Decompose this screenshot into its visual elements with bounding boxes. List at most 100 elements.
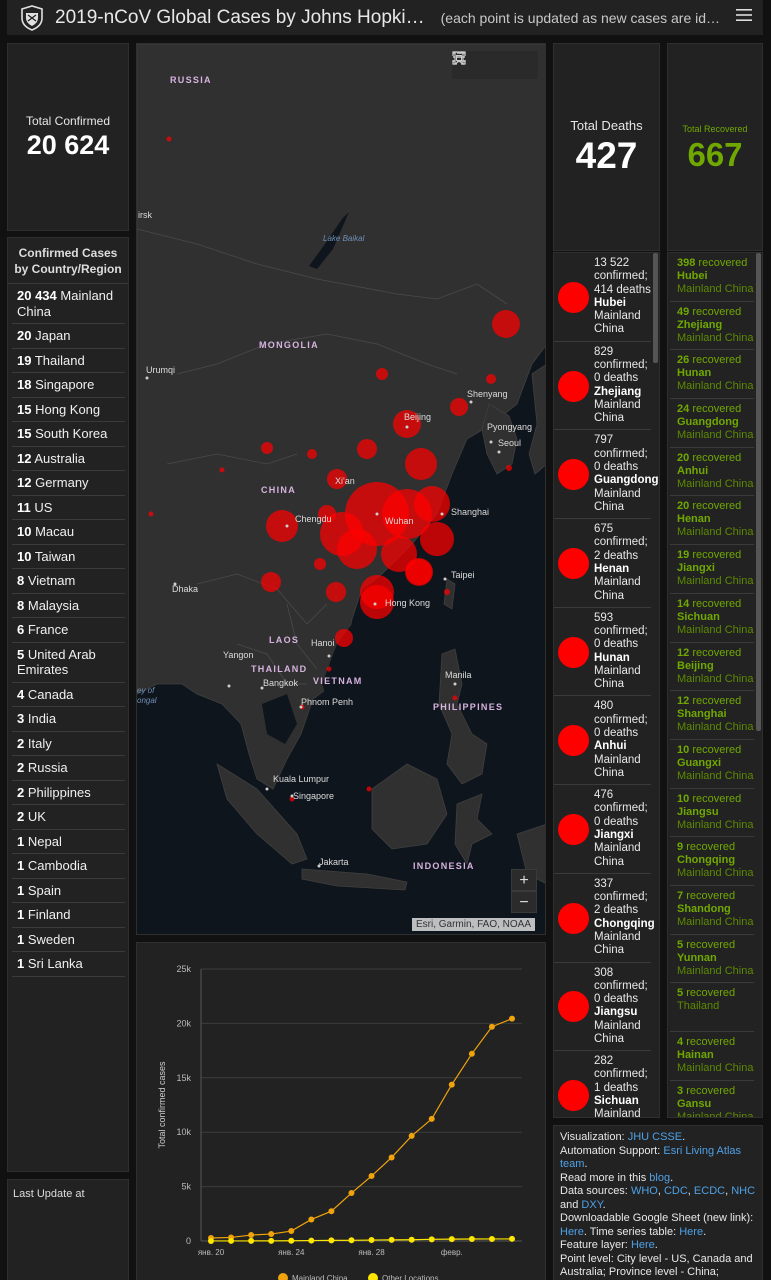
death-row[interactable]: 13 522 confirmed; 414 deaths Hubei Mainl… <box>554 253 651 342</box>
country-row[interactable]: 2 Philippines <box>12 781 125 805</box>
recovered-row[interactable]: 5 recovered Yunnan Mainland China <box>670 935 754 984</box>
recovered-row[interactable]: 24 recovered Guangdong Mainland China <box>670 399 754 448</box>
case-marker[interactable] <box>450 398 468 416</box>
case-marker[interactable] <box>335 629 353 647</box>
recovered-row[interactable]: 20 recovered Henan Mainland China <box>670 496 754 546</box>
case-marker[interactable] <box>444 589 450 595</box>
case-marker[interactable] <box>414 486 450 522</box>
country-row[interactable]: 8 Vietnam <box>12 569 125 594</box>
recovered-row[interactable]: 5 recovered Thailand <box>670 983 754 1032</box>
recovered-row[interactable]: 12 recovered Beijing Mainland China <box>670 643 754 692</box>
country-row[interactable]: 10 Taiwan <box>12 545 125 569</box>
feature-layer-link[interactable]: Here <box>631 1239 655 1251</box>
case-marker[interactable] <box>452 695 458 701</box>
country-row[interactable]: 5 United Arab Emirates <box>12 643 125 683</box>
ecdc-link[interactable]: ECDC <box>694 1185 725 1197</box>
case-marker[interactable] <box>376 368 388 380</box>
country-row[interactable]: 19 Thailand <box>12 349 125 373</box>
hamburger-menu-icon[interactable] <box>735 6 753 24</box>
country-row[interactable]: 1 Nepal <box>12 830 125 854</box>
recovered-row[interactable]: 12 recovered Shanghai Mainland China <box>670 691 754 740</box>
death-row[interactable]: 829 confirmed; 0 deaths Zhejiang Mainlan… <box>554 342 651 431</box>
recovered-row[interactable]: 10 recovered Guangxi Mainland China <box>670 740 754 789</box>
timeseries-link[interactable]: Here <box>679 1226 703 1238</box>
country-row[interactable]: 4 Canada <box>12 683 125 707</box>
recovered-row[interactable]: 9 recovered Chongqing Mainland China <box>670 837 754 886</box>
recovered-row[interactable]: 14 recovered Sichuan Mainland China <box>670 594 754 643</box>
case-marker[interactable] <box>314 558 326 570</box>
case-marker[interactable] <box>261 572 281 592</box>
country-row[interactable]: 10 Macau <box>12 520 125 545</box>
country-row[interactable]: 2 UK <box>12 805 125 830</box>
death-row[interactable]: 797 confirmed; 0 deaths Guangdong Mainla… <box>554 430 659 520</box>
case-marker[interactable] <box>366 786 372 792</box>
recovered-row[interactable]: 26 recovered Hunan Mainland China <box>670 350 754 400</box>
blog-link[interactable]: blog <box>649 1172 670 1184</box>
country-row[interactable]: 18 Singapore <box>12 373 125 398</box>
country-row[interactable]: 8 Malaysia <box>12 594 125 618</box>
case-marker[interactable] <box>420 522 454 556</box>
country-row[interactable]: 12 Germany <box>12 471 125 496</box>
map-canvas[interactable] <box>137 44 546 935</box>
recovered-row[interactable]: 10 recovered Jiangsu Mainland China <box>670 789 754 838</box>
recovered-list-panel[interactable]: 398 recovered Hubei Mainland China 49 rec… <box>667 252 763 1118</box>
case-marker[interactable] <box>406 559 432 585</box>
country-row[interactable]: 1 Sweden <box>12 928 125 952</box>
recovered-row[interactable]: 4 recovered Hainan Mainland China <box>670 1032 754 1081</box>
death-row[interactable]: 476 confirmed; 0 deaths Jiangxi Mainland… <box>554 785 651 874</box>
case-marker[interactable] <box>492 310 520 338</box>
cdc-link[interactable]: CDC <box>664 1185 688 1197</box>
zoom-out-button[interactable]: − <box>511 891 537 913</box>
case-marker[interactable] <box>148 511 154 517</box>
nhc-link[interactable]: NHC <box>731 1185 755 1197</box>
who-link[interactable]: WHO <box>631 1185 658 1197</box>
country-row[interactable]: 1 Spain <box>12 879 125 903</box>
case-marker[interactable] <box>219 467 225 473</box>
map-view[interactable]: RUSSIA Lake Baikal irsk MONGOLIA Urumqi … <box>136 43 546 935</box>
country-row[interactable]: 20 434 Mainland China <box>12 284 125 324</box>
zoom-in-button[interactable]: + <box>511 869 537 891</box>
recovered-row[interactable]: 49 recovered Zhejiang Mainland China <box>670 302 754 351</box>
recovered-row[interactable]: 7 recovered Shandong Mainland China <box>670 886 754 935</box>
death-row[interactable]: 593 confirmed; 0 deaths Hunan Mainland C… <box>554 608 651 697</box>
case-marker[interactable] <box>337 529 377 569</box>
country-row[interactable]: 15 South Korea <box>12 422 125 447</box>
google-sheet-link[interactable]: Here <box>560 1226 584 1238</box>
country-row[interactable]: 2 Italy <box>12 732 125 756</box>
recovered-row[interactable]: 19 recovered Jiangxi Mainland China <box>670 545 754 594</box>
case-marker[interactable] <box>357 439 377 459</box>
dxy-link[interactable]: DXY <box>581 1199 602 1211</box>
deaths-list-scrollbar[interactable] <box>653 253 658 363</box>
country-row[interactable]: 11 US <box>12 496 125 520</box>
country-row[interactable]: 15 Hong Kong <box>12 398 125 422</box>
case-marker[interactable] <box>266 510 298 542</box>
jhu-csse-link[interactable]: JHU CSSE <box>628 1131 682 1143</box>
fullscreen-icon[interactable] <box>452 51 466 65</box>
death-row[interactable]: 282 confirmed; 1 deaths Sichuan Mainland… <box>554 1051 651 1117</box>
deaths-list-panel[interactable]: 13 522 confirmed; 414 deaths Hubei Mainl… <box>553 252 660 1118</box>
recovered-row[interactable]: 398 recovered Hubei Mainland China <box>670 253 754 302</box>
case-marker[interactable] <box>326 666 332 672</box>
death-row[interactable]: 308 confirmed; 0 deaths Jiangsu Mainland… <box>554 963 651 1052</box>
death-row[interactable]: 480 confirmed; 0 deaths Anhui Mainland C… <box>554 696 651 786</box>
case-marker[interactable] <box>326 582 346 602</box>
case-marker[interactable] <box>506 465 512 471</box>
recovered-row[interactable]: 3 recovered Gansu Mainland China <box>670 1081 754 1117</box>
case-marker[interactable] <box>261 442 273 454</box>
country-row[interactable]: 1 Finland <box>12 903 125 928</box>
country-row[interactable]: 20 Japan <box>12 324 125 349</box>
recovered-list-scrollbar[interactable] <box>756 253 761 731</box>
death-row[interactable]: 337 confirmed; 2 deaths Chongqing Mainla… <box>554 874 655 963</box>
case-marker[interactable] <box>307 449 317 459</box>
recovered-row[interactable]: 20 recovered Anhui Mainland China <box>670 448 754 497</box>
death-row[interactable]: 675 confirmed; 2 deaths Henan Mainland C… <box>554 519 651 608</box>
country-row[interactable]: 12 Australia <box>12 447 125 471</box>
case-marker[interactable] <box>166 136 172 142</box>
country-row[interactable]: 3 India <box>12 707 125 732</box>
country-row[interactable]: 1 Sri Lanka <box>12 952 125 977</box>
country-row[interactable]: 6 France <box>12 618 125 643</box>
case-marker[interactable] <box>486 374 496 384</box>
country-row[interactable]: 2 Russia <box>12 756 125 781</box>
case-marker[interactable] <box>405 448 437 480</box>
country-row[interactable]: 1 Cambodia <box>12 854 125 879</box>
